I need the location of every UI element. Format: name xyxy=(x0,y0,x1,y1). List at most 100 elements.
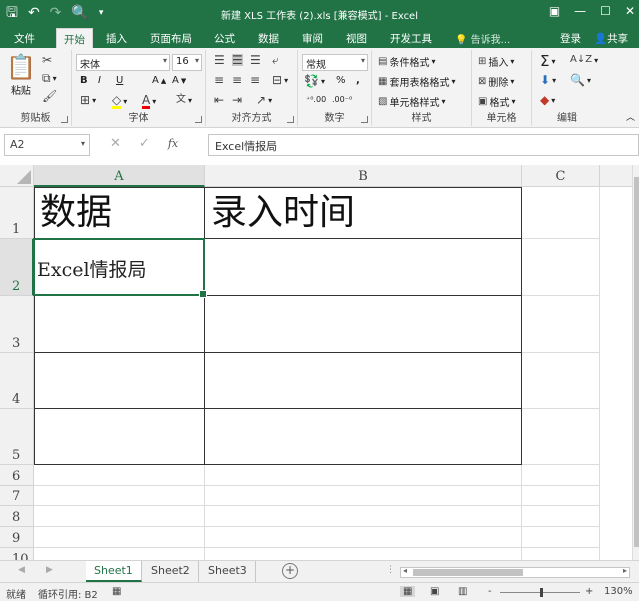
increase-decimal-icon[interactable]: ⁺⁰.00 xyxy=(306,95,326,104)
row-header-8[interactable]: 8 xyxy=(0,506,34,527)
maximize-icon[interactable]: ☐ xyxy=(600,4,611,18)
cell-c6[interactable] xyxy=(522,465,600,486)
cell-a8[interactable] xyxy=(34,506,205,527)
cell-c5[interactable] xyxy=(522,409,600,465)
cell-a9[interactable] xyxy=(34,527,205,548)
insert-cells-button[interactable]: ⊞ 插入 ▾ xyxy=(478,54,514,70)
cell-b1[interactable]: 录入时间 xyxy=(205,187,522,239)
column-header-c[interactable]: C xyxy=(522,165,600,187)
cell-c10[interactable] xyxy=(522,548,600,560)
wrap-text-icon[interactable]: ⤶ xyxy=(272,54,279,66)
comma-button[interactable]: , xyxy=(356,75,360,86)
scroll-left-icon[interactable]: ◂ xyxy=(403,566,407,575)
prev-sheet-icon[interactable]: ◀ xyxy=(18,565,25,575)
row-header-4[interactable]: 4 xyxy=(0,353,34,409)
cell-a7[interactable] xyxy=(34,486,205,506)
cell-b4[interactable] xyxy=(205,353,522,409)
cell-c7[interactable] xyxy=(522,486,600,506)
cell-b10[interactable] xyxy=(205,548,522,560)
ribbon-display-icon[interactable]: ▣ xyxy=(549,4,560,18)
row-header-3[interactable]: 3 xyxy=(0,296,34,353)
format-cells-button[interactable]: ▣ 格式 ▾ xyxy=(478,94,515,110)
align-left-icon[interactable]: ≡ xyxy=(214,74,224,86)
cell-b3[interactable] xyxy=(205,296,522,353)
tell-me-search[interactable]: 💡 告诉我... xyxy=(455,31,510,46)
format-painter-icon[interactable]: 🖌 xyxy=(42,90,57,102)
font-color-icon[interactable]: A ▾ xyxy=(142,94,156,109)
page-layout-view-icon[interactable]: ▣ xyxy=(430,586,439,597)
macro-record-icon[interactable]: ▦ xyxy=(112,586,121,597)
underline-button[interactable]: U xyxy=(116,75,123,86)
decrease-decimal-icon[interactable]: .00⁻⁰ xyxy=(332,95,352,104)
formula-input[interactable]: Excel情报局 xyxy=(208,134,639,156)
align-top-icon[interactable]: ☰ xyxy=(214,54,225,66)
alignment-launcher-icon[interactable] xyxy=(287,116,294,123)
percent-button[interactable]: % xyxy=(336,75,346,86)
row-header-10[interactable]: 10 xyxy=(0,548,34,560)
cancel-icon[interactable]: ✕ xyxy=(110,136,121,151)
row-header-6[interactable]: 6 xyxy=(0,465,34,486)
tab-data[interactable]: 数据 xyxy=(258,31,279,46)
cell-a10[interactable] xyxy=(34,548,205,560)
tab-home[interactable]: 开始 xyxy=(56,28,93,48)
horizontal-scroll-thumb[interactable] xyxy=(413,569,523,576)
fill-color-icon[interactable]: ◇ ▾ xyxy=(112,94,127,109)
paste-button[interactable]: 📋 粘贴 xyxy=(6,54,36,97)
cell-b2[interactable] xyxy=(205,239,522,296)
align-right-icon[interactable]: ≡ xyxy=(250,74,260,86)
cell-b5[interactable] xyxy=(205,409,522,465)
align-center-icon[interactable]: ≡ xyxy=(232,74,242,86)
zoom-slider[interactable] xyxy=(500,588,580,597)
zoom-out-button[interactable]: - xyxy=(488,586,492,597)
italic-button[interactable]: I xyxy=(98,75,101,86)
cell-c3[interactable] xyxy=(522,296,600,353)
cell-a4[interactable] xyxy=(34,353,205,409)
bold-button[interactable]: B xyxy=(80,75,88,86)
grow-font-icon[interactable]: A ▲ xyxy=(152,75,166,86)
minimize-icon[interactable]: — xyxy=(574,4,586,18)
column-header-b[interactable]: B xyxy=(205,165,522,187)
cut-icon[interactable]: ✂ xyxy=(42,54,52,66)
zoom-slider-knob[interactable] xyxy=(540,588,543,597)
row-header-2[interactable]: 2 xyxy=(0,239,34,296)
border-icon[interactable]: ⊞ ▾ xyxy=(80,94,96,106)
cell-b7[interactable] xyxy=(205,486,522,506)
font-size-combo[interactable]: 16 ▾ xyxy=(172,54,202,71)
horizontal-scrollbar[interactable]: ◂ ▸ xyxy=(400,566,630,578)
cell-a1[interactable]: 数据 xyxy=(34,187,205,239)
login-link[interactable]: 登录 xyxy=(560,31,581,46)
enter-icon[interactable]: ✓ xyxy=(139,136,150,151)
cell-b9[interactable] xyxy=(205,527,522,548)
align-middle-icon[interactable]: ☰ xyxy=(232,54,243,66)
collapse-ribbon-icon[interactable]: ︿ xyxy=(626,110,635,123)
clipboard-launcher-icon[interactable] xyxy=(61,116,68,123)
row-header-1[interactable]: 1 xyxy=(0,187,34,239)
conditional-format-button[interactable]: ▤ 条件格式 ▾ xyxy=(378,54,435,70)
next-sheet-icon[interactable]: ▶ xyxy=(46,565,53,575)
cell-b6[interactable] xyxy=(205,465,522,486)
cell-c4[interactable] xyxy=(522,353,600,409)
shrink-font-icon[interactable]: A ▼ xyxy=(172,75,186,86)
tab-view[interactable]: 视图 xyxy=(346,31,367,46)
tab-insert[interactable]: 插入 xyxy=(106,31,127,46)
delete-cells-button[interactable]: ⊠ 删除 ▾ xyxy=(478,74,514,90)
cell-c9[interactable] xyxy=(522,527,600,548)
tab-review[interactable]: 审阅 xyxy=(302,31,323,46)
page-break-view-icon[interactable]: ▥ xyxy=(458,586,467,597)
cell-a3[interactable] xyxy=(34,296,205,353)
tab-file[interactable]: 文件 xyxy=(14,31,35,46)
cell-c8[interactable] xyxy=(522,506,600,527)
zoom-in-button[interactable]: + xyxy=(585,586,593,597)
row-header-7[interactable]: 7 xyxy=(0,486,34,506)
column-header-a[interactable]: A xyxy=(34,165,205,187)
copy-icon[interactable]: ⧉ ▾ xyxy=(42,72,57,84)
tab-developer[interactable]: 开发工具 xyxy=(390,31,432,46)
merge-center-icon[interactable]: ⊟ ▾ xyxy=(272,74,288,86)
cell-a6[interactable] xyxy=(34,465,205,486)
cell-a5[interactable] xyxy=(34,409,205,465)
cell-styles-button[interactable]: ▧ 单元格样式 ▾ xyxy=(378,94,445,110)
cell-c2[interactable] xyxy=(522,239,600,296)
row-header-5[interactable]: 5 xyxy=(0,409,34,465)
increase-indent-icon[interactable]: ⇥ xyxy=(232,94,242,106)
scroll-right-icon[interactable]: ▸ xyxy=(623,566,627,575)
